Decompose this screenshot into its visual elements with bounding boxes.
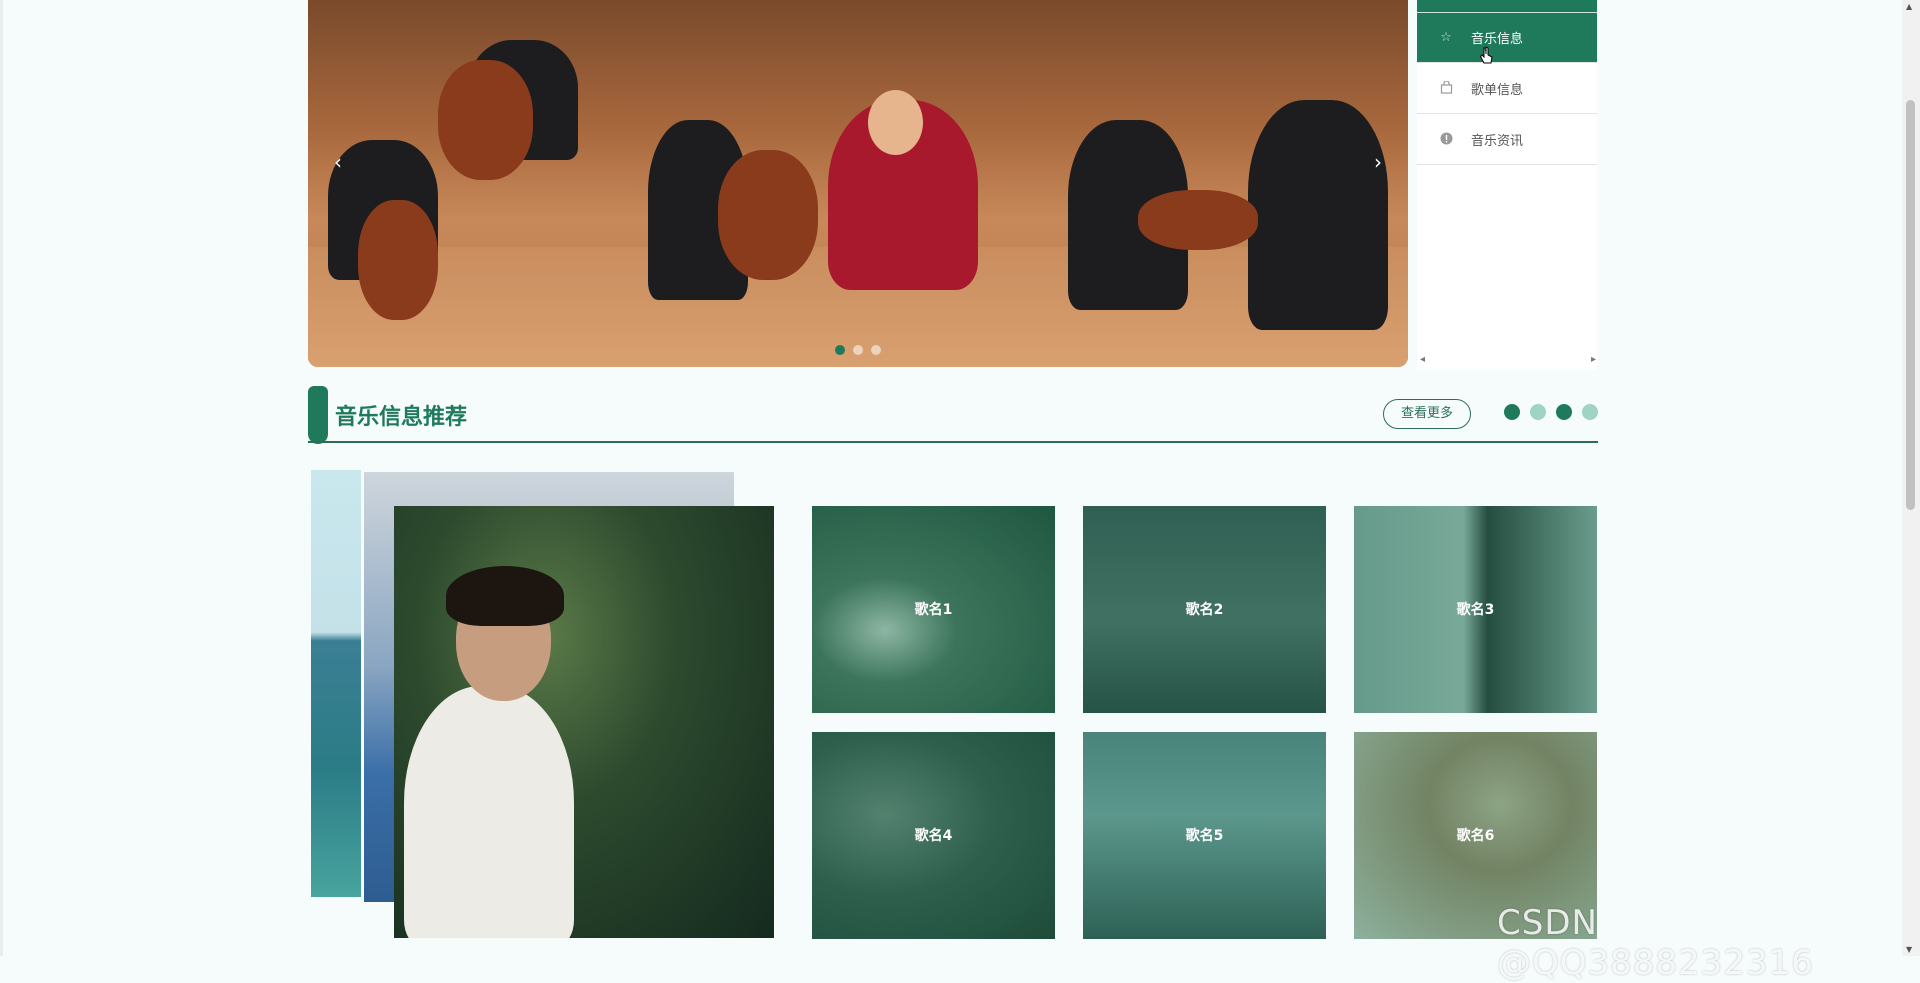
star-icon: ☆ — [1440, 29, 1452, 45]
song-title: 歌名1 — [914, 602, 953, 618]
info-icon — [1439, 132, 1453, 146]
section-title: 音乐信息推荐 — [335, 405, 468, 430]
section-pager-dot[interactable] — [1504, 404, 1520, 420]
carousel-dot[interactable] — [835, 345, 845, 355]
left-frame-border — [0, 0, 3, 956]
carousel-prev-button[interactable]: ‹ — [334, 150, 342, 174]
featured-person-hair — [446, 566, 564, 626]
menu-header-strip — [1417, 0, 1597, 13]
carousel-dot[interactable] — [871, 345, 881, 355]
carousel-next-button[interactable]: › — [1374, 150, 1382, 174]
song-card[interactable]: 歌名4 — [812, 732, 1055, 939]
featured-person — [404, 686, 574, 938]
bag-icon — [1439, 80, 1453, 95]
menu-item-label: 歌单信息 — [1471, 82, 1524, 98]
menu-item-music-news[interactable]: 音乐资讯 — [1417, 114, 1597, 165]
song-card[interactable]: 歌名5 — [1083, 732, 1326, 939]
view-more-button[interactable]: 查看更多 — [1383, 399, 1471, 429]
section-pager-dot[interactable] — [1582, 404, 1598, 420]
section-divider — [308, 441, 1598, 443]
scroll-up-arrow-icon[interactable]: ▲ — [1906, 2, 1912, 11]
category-side-menu: ☆ 音乐信息 歌单信息 音乐资讯 — [1417, 0, 1597, 370]
featured-song-image[interactable] — [394, 506, 774, 938]
conductor-head — [868, 90, 923, 155]
cello-shape — [358, 200, 438, 320]
violin-shape — [1138, 190, 1258, 250]
carousel-indicators — [835, 345, 881, 355]
cello-shape — [438, 60, 533, 180]
page-scrollbar[interactable]: ▲ ▼ — [1902, 0, 1920, 956]
menu-item-music-info[interactable]: ☆ 音乐信息 — [1417, 13, 1597, 63]
song-title: 歌名5 — [1185, 828, 1224, 844]
song-card[interactable]: 歌名2 — [1083, 506, 1326, 713]
section-title-bar — [308, 386, 328, 444]
menu-item-playlist-info[interactable]: 歌单信息 — [1417, 63, 1597, 114]
watermark-text: CSDN @QQ3888232316 — [1497, 903, 1814, 983]
menu-item-label: 音乐信息 — [1471, 32, 1524, 47]
stacked-image-back[interactable] — [311, 470, 361, 897]
scroll-left-arrow-icon[interactable]: ◂ — [1420, 354, 1425, 365]
menu-item-label: 音乐资讯 — [1471, 133, 1524, 149]
section-pager-dot[interactable] — [1530, 404, 1546, 420]
scroll-right-arrow-icon[interactable]: ▸ — [1591, 354, 1596, 365]
song-card[interactable]: 歌名3 — [1354, 506, 1597, 713]
song-title: 歌名2 — [1185, 602, 1224, 618]
song-card[interactable]: 歌名1 — [812, 506, 1055, 713]
cello-shape — [718, 150, 818, 280]
song-title: 歌名4 — [914, 828, 953, 844]
section-pager-dot[interactable] — [1556, 404, 1572, 420]
side-menu-scrollbar[interactable]: ◂ ▸ — [1420, 352, 1596, 366]
song-title: 歌名3 — [1456, 602, 1495, 618]
carousel-dot[interactable] — [853, 345, 863, 355]
musician-figure — [1248, 100, 1388, 330]
banner-carousel[interactable]: ‹ › — [308, 0, 1408, 367]
song-title: 歌名6 — [1456, 828, 1495, 844]
hand-cursor-icon — [1479, 46, 1493, 64]
scrollbar-thumb[interactable] — [1906, 100, 1915, 510]
scroll-down-arrow-icon[interactable]: ▼ — [1906, 945, 1912, 954]
